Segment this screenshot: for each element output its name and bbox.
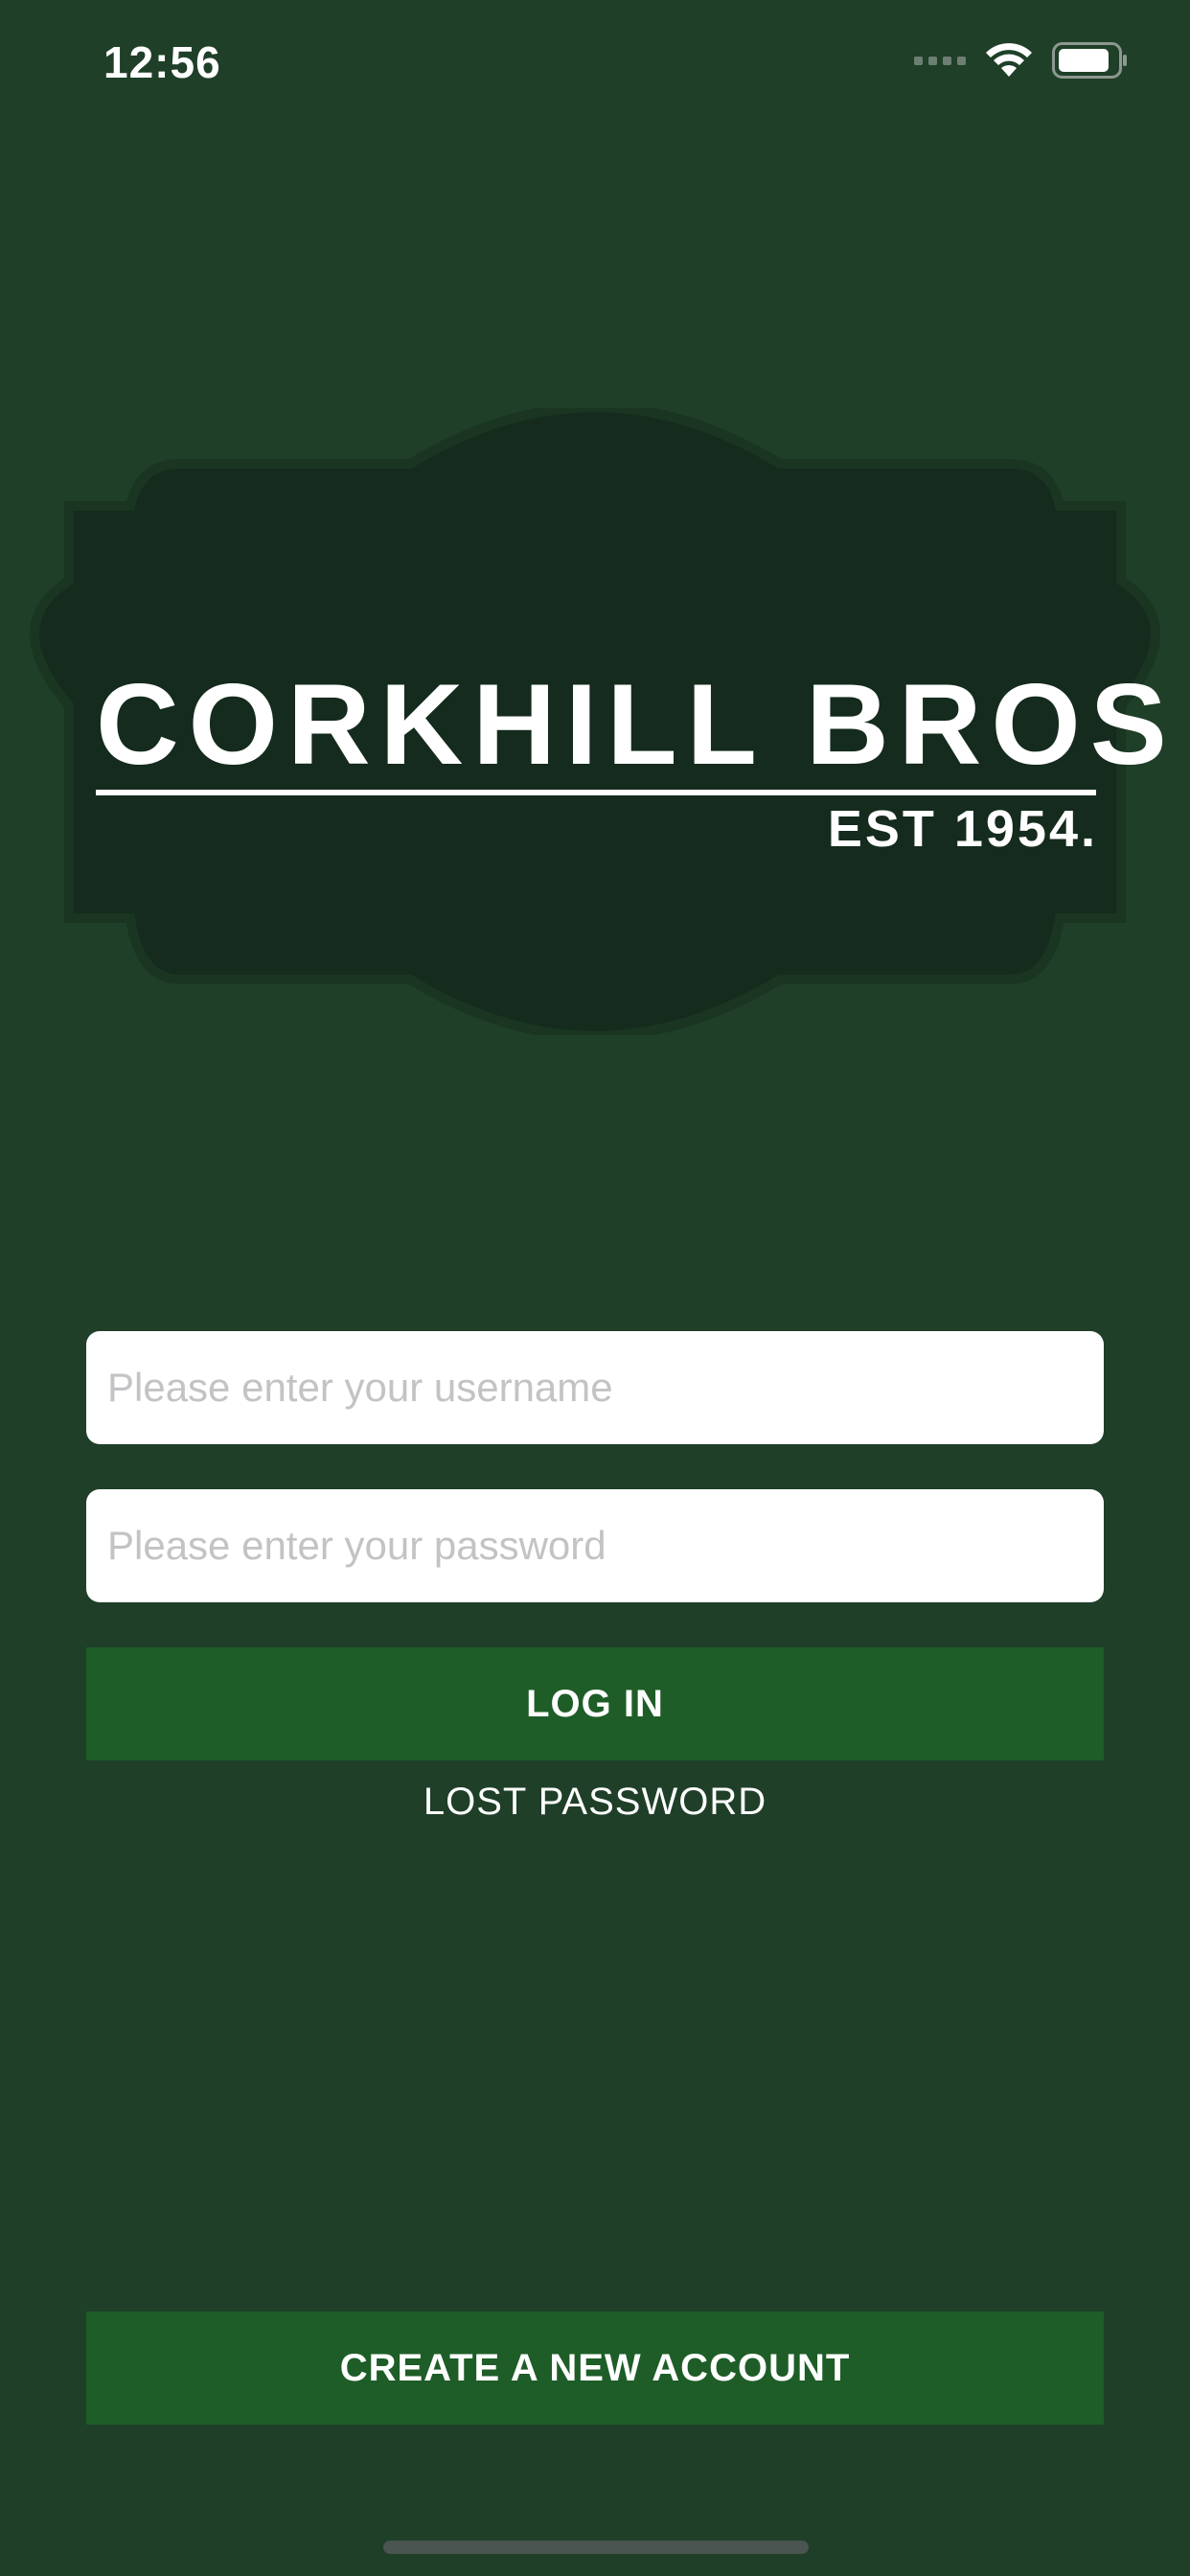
create-account-button[interactable]: CREATE A NEW ACCOUNT [86, 2312, 1104, 2425]
lost-password-link[interactable]: LOST PASSWORD [86, 1781, 1104, 1824]
status-bar: 12:56 [0, 0, 1190, 134]
login-button[interactable]: LOG IN [86, 1647, 1104, 1760]
username-input[interactable] [86, 1331, 1104, 1444]
battery-icon [1052, 42, 1127, 79]
status-icons [914, 42, 1129, 79]
logo-title: CORKHILL BROS [96, 660, 1177, 789]
logo-established: EST 1954. [827, 800, 1098, 858]
logo-divider [96, 790, 1096, 795]
cellular-signal-icon [914, 56, 966, 65]
wifi-icon [986, 43, 1032, 77]
status-time: 12:56 [103, 37, 221, 87]
password-input[interactable] [86, 1489, 1104, 1602]
brand-logo: CORKHILL BROS EST 1954. [17, 408, 1173, 1035]
home-indicator [383, 2541, 809, 2554]
